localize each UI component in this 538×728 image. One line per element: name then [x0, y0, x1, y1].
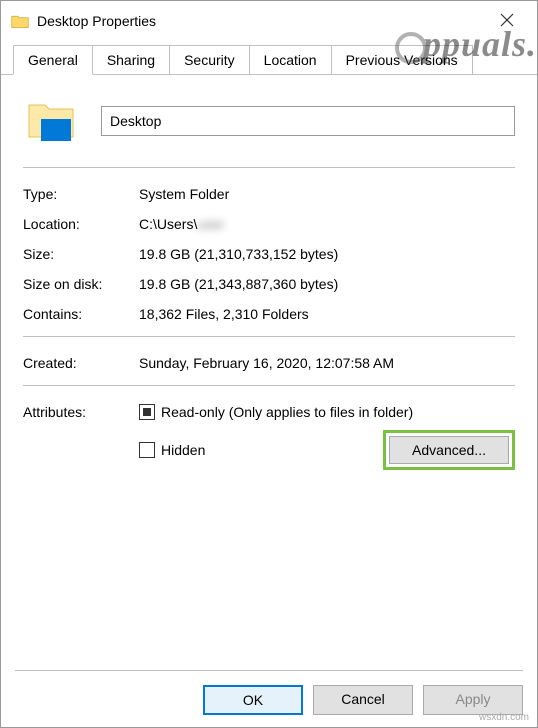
tab-sharing[interactable]: Sharing	[92, 45, 170, 75]
size-value: 19.8 GB (21,310,733,152 bytes)	[139, 246, 515, 262]
checkbox-mixed-icon	[143, 408, 151, 416]
tab-location[interactable]: Location	[249, 45, 332, 75]
contains-label: Contains:	[23, 306, 139, 322]
tab-previous-versions[interactable]: Previous Versions	[331, 45, 473, 75]
folder-icon	[11, 14, 29, 28]
type-label: Type:	[23, 186, 139, 202]
size-disk-label: Size on disk:	[23, 276, 139, 292]
separator	[23, 385, 515, 386]
readonly-checkbox[interactable]	[139, 404, 155, 420]
location-prefix: C:\Users\	[139, 216, 197, 232]
created-value: Sunday, February 16, 2020, 12:07:58 AM	[139, 355, 515, 371]
location-value: C:\Users\user	[139, 216, 515, 232]
folder-name-input[interactable]: Desktop	[101, 106, 515, 136]
hidden-label: Hidden	[161, 442, 205, 458]
apply-button[interactable]: Apply	[423, 685, 523, 715]
tab-security[interactable]: Security	[169, 45, 250, 75]
contains-value: 18,362 Files, 2,310 Folders	[139, 306, 515, 322]
readonly-label: Read-only (Only applies to files in fold…	[161, 404, 413, 420]
separator	[23, 336, 515, 337]
close-icon	[500, 13, 514, 30]
location-label: Location:	[23, 216, 139, 232]
attributes-label: Attributes:	[23, 404, 139, 420]
created-label: Created:	[23, 355, 139, 371]
advanced-button[interactable]: Advanced...	[389, 436, 509, 464]
dialog-button-row: OK Cancel Apply	[15, 670, 523, 715]
general-panel: Desktop Type: System Folder Location: C:…	[1, 74, 537, 492]
tab-general[interactable]: General	[13, 45, 93, 75]
separator	[23, 167, 515, 168]
folder-large-icon	[23, 93, 79, 149]
size-label: Size:	[23, 246, 139, 262]
window-title: Desktop Properties	[37, 13, 156, 29]
type-value: System Folder	[139, 186, 515, 202]
cancel-button[interactable]: Cancel	[313, 685, 413, 715]
close-button[interactable]	[487, 9, 527, 33]
location-user: user	[197, 216, 224, 232]
ok-button[interactable]: OK	[203, 685, 303, 715]
tab-bar: General Sharing Security Location Previo…	[1, 45, 537, 75]
size-disk-value: 19.8 GB (21,343,887,360 bytes)	[139, 276, 515, 292]
advanced-highlight: Advanced...	[383, 430, 515, 470]
hidden-checkbox[interactable]	[139, 442, 155, 458]
